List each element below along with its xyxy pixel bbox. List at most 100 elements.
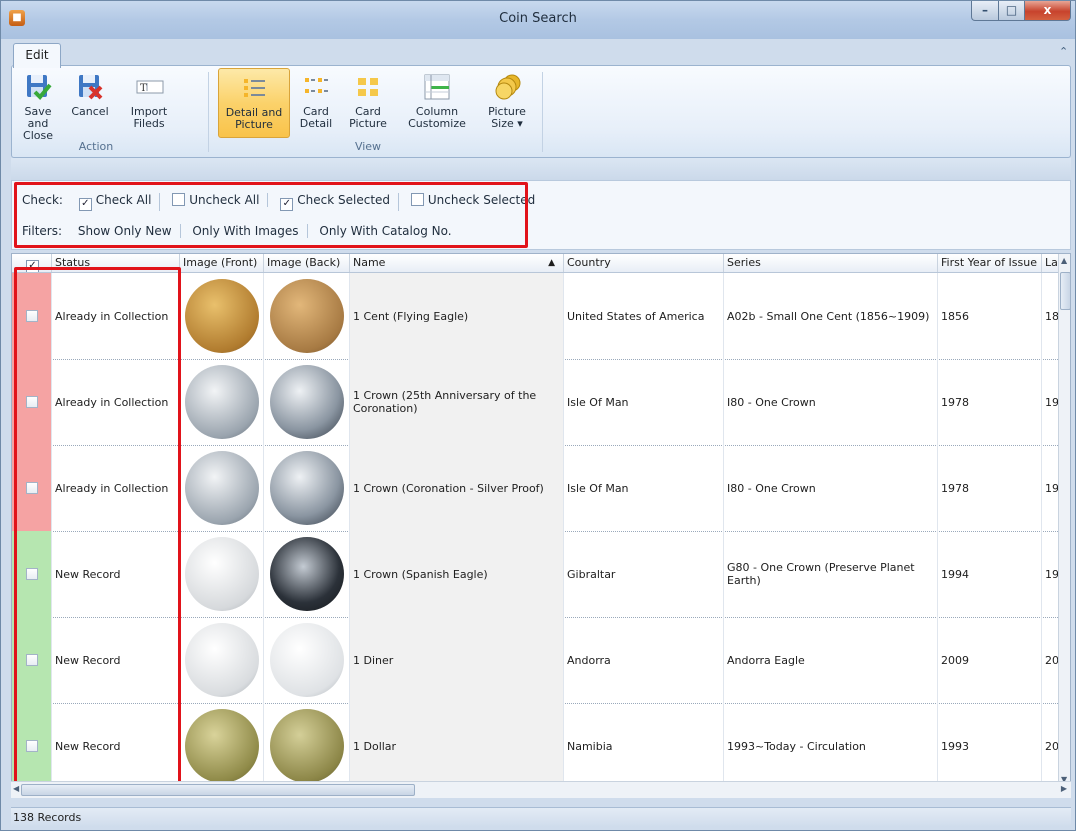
table-row[interactable]: Already in Collection 1 Crown (Coronation… bbox=[12, 445, 1058, 532]
save-close-label: Save and Close bbox=[23, 105, 53, 142]
image-back-cell[interactable] bbox=[264, 617, 350, 703]
row-checkbox-cell[interactable] bbox=[12, 359, 52, 445]
horizontal-scrollbar[interactable]: ◀ ▶ bbox=[11, 781, 1071, 798]
last-year-cell: 199 bbox=[1042, 531, 1058, 617]
picture-size-label: Picture Size ▾ bbox=[488, 105, 526, 130]
cancel-button[interactable]: Cancel bbox=[70, 72, 110, 118]
table-row[interactable]: New Record 1 Dollar Namibia 1993~Today - Ci… bbox=[12, 703, 1058, 790]
picture-size-button[interactable]: Picture Size ▾ bbox=[482, 72, 532, 130]
image-back-cell[interactable] bbox=[264, 445, 350, 531]
series-text: I80 - One Crown bbox=[727, 481, 816, 495]
scroll-right-icon[interactable]: ▶ bbox=[1061, 784, 1067, 793]
country-cell: Namibia bbox=[564, 703, 724, 789]
country-text: Andorra bbox=[567, 653, 611, 667]
coin-name: 1 Crown (Spanish Eagle) bbox=[353, 567, 488, 581]
uncheck-selected-label: Uncheck Selected bbox=[427, 193, 536, 207]
image-front-cell[interactable] bbox=[180, 273, 264, 359]
name-cell: 1 Dollar bbox=[350, 703, 564, 789]
ribbon-collapse-icon[interactable]: ⌃ bbox=[1059, 45, 1068, 58]
check-selected-option[interactable]: ✓ Check Selected bbox=[272, 193, 400, 211]
first-year-cell: 1994 bbox=[938, 531, 1042, 617]
image-back-cell[interactable] bbox=[264, 531, 350, 617]
check-all-option[interactable]: ✓ Check All bbox=[71, 193, 161, 211]
image-front-cell[interactable] bbox=[180, 359, 264, 445]
image-back-cell[interactable] bbox=[264, 359, 350, 445]
row-checkbox-cell[interactable] bbox=[12, 531, 52, 617]
close-button[interactable]: x bbox=[1024, 1, 1071, 21]
row-checkbox-cell[interactable] bbox=[12, 445, 52, 531]
column-header-series[interactable]: Series bbox=[724, 254, 938, 272]
image-front-cell[interactable] bbox=[180, 531, 264, 617]
name-cell: 1 Crown (25th Anniversary of the Coronat… bbox=[350, 359, 564, 445]
column-header-country[interactable]: Country bbox=[564, 254, 724, 272]
only-with-images-filter[interactable]: Only With Images bbox=[184, 224, 308, 238]
vertical-scroll-thumb[interactable] bbox=[1060, 272, 1070, 310]
only-with-catalog-filter[interactable]: Only With Catalog No. bbox=[311, 224, 459, 238]
image-front-cell[interactable] bbox=[180, 445, 264, 531]
maximize-button[interactable]: □ bbox=[998, 1, 1025, 21]
row-checkbox[interactable] bbox=[26, 568, 38, 580]
table-row[interactable]: New Record 1 Crown (Spanish Eagle) Gibralt… bbox=[12, 531, 1058, 618]
horizontal-scroll-thumb[interactable] bbox=[21, 784, 415, 796]
coin-front-image bbox=[184, 451, 259, 525]
image-back-cell[interactable] bbox=[264, 273, 350, 359]
series-cell: G80 - One Crown (Preserve Planet Earth) bbox=[724, 531, 938, 617]
country-text: Isle Of Man bbox=[567, 481, 629, 495]
scroll-up-icon[interactable]: ▲ bbox=[1061, 256, 1067, 265]
column-header-last[interactable]: Last bbox=[1042, 254, 1058, 272]
row-checkbox[interactable] bbox=[26, 654, 38, 666]
row-checkbox[interactable] bbox=[26, 396, 38, 408]
status-cell: Already in Collection bbox=[52, 273, 180, 359]
row-checkbox[interactable] bbox=[26, 482, 38, 494]
column-customize-button[interactable]: Column Customize bbox=[404, 72, 470, 130]
coin-name: 1 Dollar bbox=[353, 739, 397, 753]
grid-header: ✓ Status Image (Front) Image (Back) Name… bbox=[12, 254, 1058, 273]
detail-picture-button[interactable]: Detail and Picture bbox=[218, 68, 290, 138]
coin-name: 1 Crown (25th Anniversary of the Coronat… bbox=[353, 389, 537, 415]
row-checkbox-cell[interactable] bbox=[12, 273, 52, 359]
row-checkbox-cell[interactable] bbox=[12, 617, 52, 703]
group-label-action: Action bbox=[78, 140, 114, 153]
import-fields-button[interactable]: T Import Fileds bbox=[124, 72, 174, 130]
scroll-left-icon[interactable]: ◀ bbox=[13, 784, 19, 793]
save-close-button[interactable]: Save and Close bbox=[16, 72, 60, 142]
table-row[interactable]: New Record 1 Diner Andorra Andorra Eagle 200… bbox=[12, 617, 1058, 704]
minimize-button[interactable]: – bbox=[971, 1, 999, 21]
column-header-name[interactable]: Name ▲ bbox=[350, 254, 564, 272]
image-back-cell[interactable] bbox=[264, 703, 350, 789]
name-cell: 1 Crown (Coronation - Silver Proof) bbox=[350, 445, 564, 531]
detail-picture-label: Detail and Picture bbox=[225, 106, 283, 131]
country-cell: United States of America bbox=[564, 273, 724, 359]
column-header-first-year[interactable]: First Year of Issue bbox=[938, 254, 1042, 272]
image-front-cell[interactable] bbox=[180, 703, 264, 789]
group-separator bbox=[208, 72, 209, 152]
row-checkbox-cell[interactable] bbox=[12, 703, 52, 789]
status-cell: Already in Collection bbox=[52, 445, 180, 531]
row-checkbox[interactable] bbox=[26, 310, 38, 322]
coin-back-image bbox=[269, 709, 344, 783]
column-header-image-front[interactable]: Image (Front) bbox=[180, 254, 264, 272]
card-detail-button[interactable]: Card Detail bbox=[298, 72, 334, 130]
show-only-new-filter[interactable]: Show Only New bbox=[70, 224, 181, 238]
tab-edit[interactable]: Edit bbox=[13, 43, 61, 68]
image-front-cell[interactable] bbox=[180, 617, 264, 703]
column-grid-icon bbox=[422, 72, 452, 102]
series-text: Andorra Eagle bbox=[727, 653, 805, 667]
vertical-scrollbar[interactable]: ▲ ▼ bbox=[1058, 254, 1070, 792]
import-fields-label: Import Fileds bbox=[130, 105, 168, 130]
text-field-icon: T bbox=[134, 72, 164, 102]
uncheck-selected-option[interactable]: Uncheck Selected bbox=[403, 193, 543, 207]
table-row[interactable]: Already in Collection 1 Crown (25th Anniv… bbox=[12, 359, 1058, 446]
select-all-header-checkbox[interactable]: ✓ bbox=[12, 254, 52, 272]
check-all-label: Check All bbox=[95, 193, 152, 207]
row-checkbox[interactable] bbox=[26, 740, 38, 752]
table-row[interactable]: Already in Collection 1 Cent (Flying Eagl… bbox=[12, 273, 1058, 360]
status-text: New Record bbox=[55, 653, 121, 667]
sort-ascending-icon: ▲ bbox=[548, 258, 555, 268]
first-year-text: 1993 bbox=[941, 739, 969, 753]
card-picture-button[interactable]: Card Picture bbox=[348, 72, 388, 130]
uncheck-all-option[interactable]: Uncheck All bbox=[164, 193, 269, 207]
column-header-status[interactable]: Status bbox=[52, 254, 180, 272]
column-header-image-back[interactable]: Image (Back) bbox=[264, 254, 350, 272]
cancel-label: Cancel bbox=[71, 105, 109, 118]
